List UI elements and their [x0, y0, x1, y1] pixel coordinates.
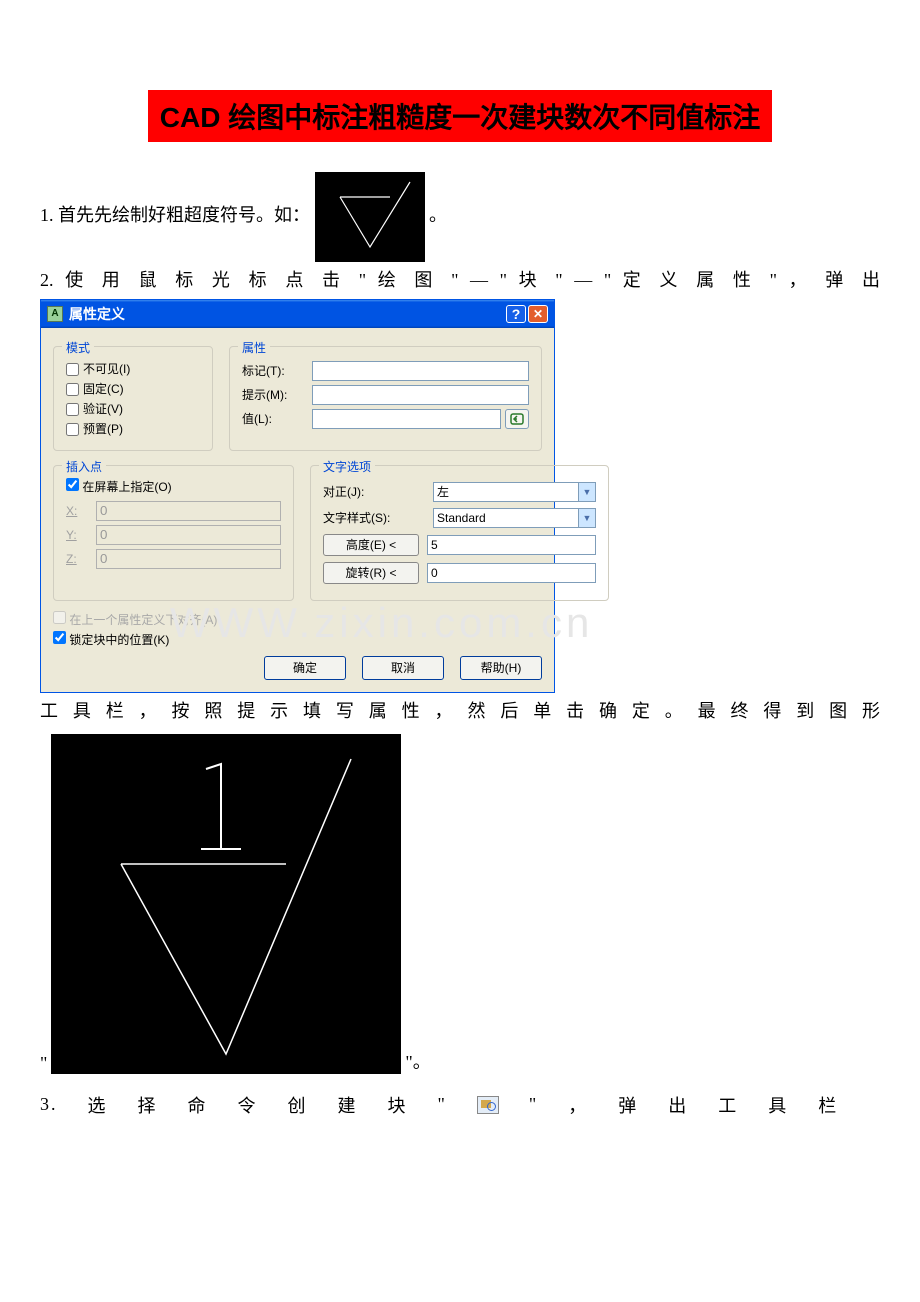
attribute-fieldset: 属性 标记(T): 提示(M): 值(L): [229, 346, 542, 451]
specify-onscreen-checkbox[interactable] [66, 478, 79, 491]
attribute-definition-dialog: A 属性定义 ? ✕ 模式 不可见(I) 固定(C) 验证(V) 预置(P) 属… [40, 299, 555, 693]
y-input [96, 525, 281, 545]
paragraph-3: 3. 选 择 命 令 创 建 块 " " ， 弹 出 工 具 栏 [40, 1092, 880, 1118]
z-label: Z: [66, 552, 96, 566]
style-select[interactable] [433, 508, 596, 528]
value-input[interactable] [312, 409, 501, 429]
constant-checkbox-label[interactable]: 固定(C) [66, 380, 200, 397]
x-label: X: [66, 504, 96, 518]
tag-input[interactable] [312, 361, 529, 381]
attribute-legend: 属性 [238, 339, 270, 356]
ok-button[interactable]: 确定 [264, 656, 346, 680]
mode-legend: 模式 [62, 339, 94, 356]
close-icon[interactable]: ✕ [528, 305, 548, 323]
roughness-symbol-thumb [315, 172, 425, 262]
mode-fieldset: 模式 不可见(I) 固定(C) 验证(V) 预置(P) [53, 346, 213, 451]
dialog-titlebar: A 属性定义 ? ✕ [41, 300, 554, 328]
value-label: 值(L): [242, 410, 312, 427]
constant-checkbox[interactable] [66, 383, 79, 396]
preset-checkbox[interactable] [66, 423, 79, 436]
result-symbol-figure [51, 734, 401, 1074]
specify-onscreen-label[interactable]: 在屏幕上指定(O) [66, 478, 281, 495]
prompt-label: 提示(M): [242, 386, 312, 403]
app-icon: A [47, 306, 63, 322]
cancel-button[interactable]: 取消 [362, 656, 444, 680]
document-title: CAD 绘图中标注粗糙度一次建块数次不同值标注 [148, 90, 772, 142]
p1-text: 1. 首先先绘制好粗超度符号。如： [40, 205, 310, 225]
help-button[interactable]: 帮助(H) [460, 656, 542, 680]
insert-field-button[interactable] [505, 409, 529, 429]
insertion-point-fieldset: 插入点 在屏幕上指定(O) X: Y: Z: [53, 465, 294, 601]
paragraph-2: 2. 使 用 鼠 标 光 标 点 击 " 绘 图 " — " 块 " — " 定… [40, 266, 880, 295]
verify-checkbox-label[interactable]: 验证(V) [66, 400, 200, 417]
y-label: Y: [66, 528, 96, 542]
paragraph-1: 1. 首先先绘制好粗超度符号。如： 。 [40, 172, 880, 262]
invisible-checkbox[interactable] [66, 363, 79, 376]
p1-suffix: 。 [429, 205, 447, 225]
height-pick-button[interactable]: 高度(E) < [323, 534, 419, 556]
x-input [96, 501, 281, 521]
align-prev-label: 在上一个属性定义下对齐(A) [53, 611, 542, 628]
z-input [96, 549, 281, 569]
textopt-legend: 文字选项 [319, 458, 375, 475]
help-icon[interactable]: ? [506, 305, 526, 323]
preset-checkbox-label[interactable]: 预置(P) [66, 420, 200, 437]
style-label: 文字样式(S): [323, 509, 433, 526]
chevron-down-icon[interactable]: ▼ [578, 509, 595, 527]
rotation-pick-button[interactable]: 旋转(R) < [323, 562, 419, 584]
quote-close: "。 [405, 1052, 430, 1072]
align-prev-checkbox [53, 611, 66, 624]
chevron-down-icon[interactable]: ▼ [578, 483, 595, 501]
insertion-legend: 插入点 [62, 458, 106, 475]
paragraph-after-dialog: 工 具 栏 ， 按 照 提 示 填 写 属 性 ， 然 后 单 击 确 定 。 … [40, 697, 880, 726]
verify-checkbox[interactable] [66, 403, 79, 416]
rotation-input[interactable] [427, 563, 596, 583]
invisible-checkbox-label[interactable]: 不可见(I) [66, 360, 200, 377]
text-options-fieldset: 文字选项 对正(J): ▼ 文字样式(S): ▼ 高度(E) [310, 465, 609, 601]
quote-open: " [40, 1053, 47, 1073]
tag-label: 标记(T): [242, 362, 312, 379]
height-input[interactable] [427, 535, 596, 555]
justify-label: 对正(J): [323, 483, 433, 500]
result-figure-row: " "。 [40, 730, 880, 1074]
lock-position-checkbox[interactable] [53, 631, 66, 644]
lock-position-label[interactable]: 锁定块中的位置(K) [53, 631, 542, 648]
justify-select[interactable] [433, 482, 596, 502]
dialog-title: 属性定义 [69, 304, 125, 324]
prompt-input[interactable] [312, 385, 529, 405]
create-block-icon[interactable] [477, 1096, 499, 1114]
